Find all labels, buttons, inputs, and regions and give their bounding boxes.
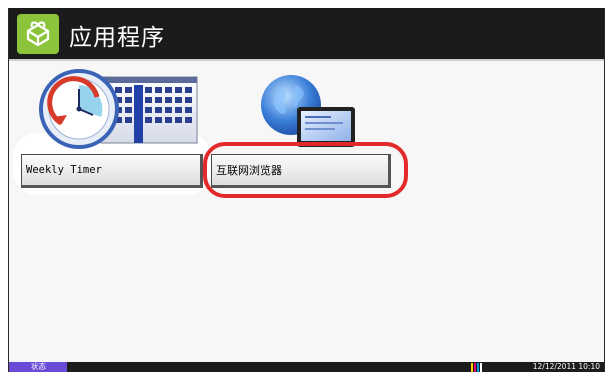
internet-browser-icon <box>261 75 355 147</box>
status-bar: 状态 12/12/2011 10:10 <box>9 362 604 372</box>
weekly-timer-icon <box>39 69 198 149</box>
weekly-timer-button[interactable]: Weekly Timer <box>21 154 203 188</box>
device-screen: 应用程序 Weekly Timer 互联网浏览器 状态 12/12/2011 1… <box>8 8 605 372</box>
status-button[interactable]: 状态 <box>9 362 67 372</box>
application-icon <box>17 14 59 54</box>
datetime-display: 12/12/2011 10:10 <box>532 362 600 371</box>
internet-browser-button[interactable]: 互联网浏览器 <box>211 154 391 188</box>
header-bar: 应用程序 <box>9 8 604 59</box>
toner-level-icon <box>471 363 483 372</box>
page-title: 应用程序 <box>69 25 165 51</box>
app-tile-area: Weekly Timer 互联网浏览器 <box>9 61 604 363</box>
